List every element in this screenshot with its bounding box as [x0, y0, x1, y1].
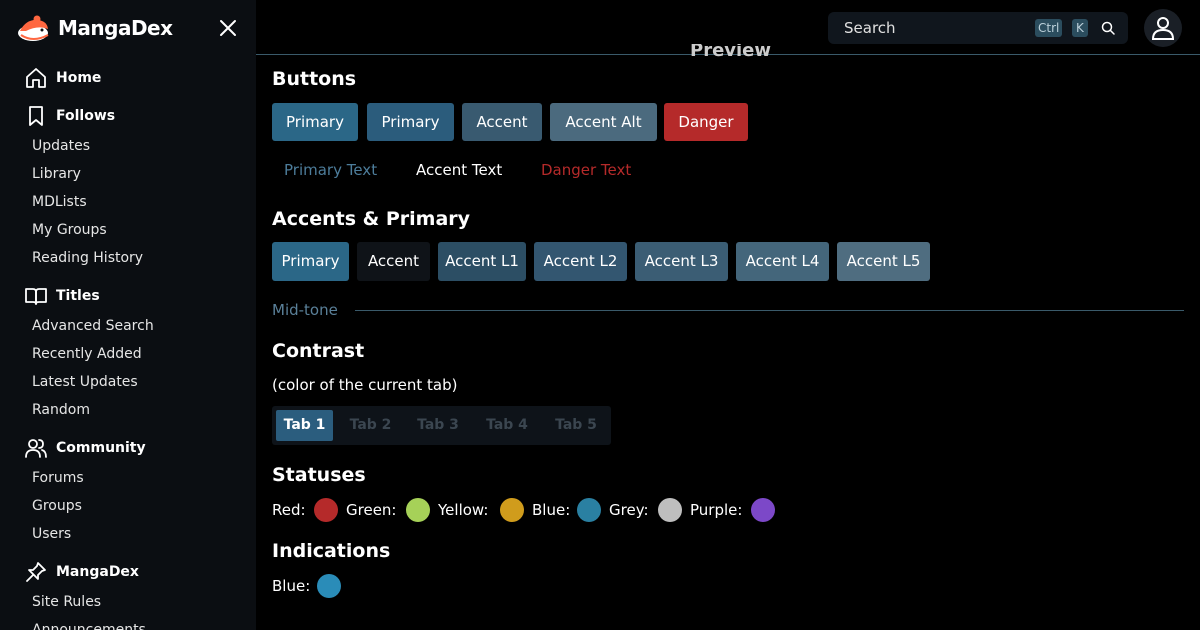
- status-grey-label: Grey:: [609, 501, 649, 519]
- search-placeholder: Search: [844, 19, 896, 37]
- tab-4[interactable]: Tab 4: [476, 410, 538, 441]
- mid-tone-label: Mid-tone: [272, 301, 338, 319]
- pin-icon: [26, 562, 46, 582]
- status-red-dot: [314, 498, 338, 522]
- preview-title: Preview: [690, 44, 772, 58]
- search-icon: [1101, 21, 1115, 35]
- danger-text-button[interactable]: Danger Text: [541, 160, 631, 180]
- sidebar-item-my-groups[interactable]: My Groups: [32, 220, 107, 240]
- sidebar: MangaDex Home Follows Updates Library MD…: [0, 0, 256, 630]
- status-green-label: Green:: [346, 501, 397, 519]
- status-red-label: Red:: [272, 501, 306, 519]
- sidebar-item-announcements[interactable]: Announcements: [32, 620, 146, 630]
- primary-text-button[interactable]: Primary Text: [284, 160, 377, 180]
- brand-name: MangaDex: [58, 16, 173, 40]
- status-purple-label: Purple:: [690, 501, 743, 519]
- sidebar-item-latest-updates[interactable]: Latest Updates: [32, 372, 138, 392]
- swatch-accent-l5: Accent L5: [837, 242, 930, 281]
- swatch-accent-l3: Accent L3: [635, 242, 728, 281]
- user-menu-button[interactable]: [1144, 9, 1182, 47]
- swatch-primary: Primary: [272, 242, 349, 281]
- mangadex-logo-icon: [18, 15, 49, 41]
- bookmark-icon: [29, 106, 43, 126]
- sidebar-item-library[interactable]: Library: [32, 164, 81, 184]
- sidebar-section-label: Community: [56, 440, 146, 456]
- sidebar-section-label: MangaDex: [56, 564, 139, 580]
- status-green-dot: [406, 498, 430, 522]
- sidebar-section-label: Follows: [56, 108, 116, 124]
- sidebar-item-home[interactable]: Home: [24, 66, 101, 90]
- sidebar-item-label: Home: [56, 70, 102, 86]
- kbd-ctrl: Ctrl: [1035, 19, 1063, 37]
- sidebar-item-recently-added[interactable]: Recently Added: [32, 344, 142, 364]
- sidebar-section-mangadex[interactable]: MangaDex: [24, 560, 139, 584]
- status-grey-dot: [658, 498, 682, 522]
- indications-heading: Indications: [272, 540, 391, 562]
- sidebar-item-random[interactable]: Random: [32, 400, 90, 420]
- accent-alt-button[interactable]: Accent Alt: [550, 103, 657, 141]
- close-icon: [220, 20, 236, 36]
- sidebar-section-label: Titles: [56, 288, 100, 304]
- brand[interactable]: MangaDex: [16, 12, 173, 44]
- accent-button[interactable]: Accent: [462, 103, 542, 141]
- tab-3[interactable]: Tab 3: [408, 410, 468, 441]
- sidebar-item-updates[interactable]: Updates: [32, 136, 90, 156]
- swatch-accent-l2: Accent L2: [534, 242, 627, 281]
- indication-blue-label: Blue:: [272, 577, 311, 595]
- sidebar-section-titles[interactable]: Titles: [24, 284, 100, 308]
- danger-button[interactable]: Danger: [664, 103, 748, 141]
- status-yellow-dot: [500, 498, 524, 522]
- sidebar-item-site-rules[interactable]: Site Rules: [32, 592, 101, 612]
- accents-heading: Accents & Primary: [272, 208, 471, 230]
- tab-2[interactable]: Tab 2: [341, 410, 400, 441]
- sidebar-item-forums[interactable]: Forums: [32, 468, 84, 488]
- tab-bar: Tab 1 Tab 2 Tab 3 Tab 4 Tab 5: [272, 406, 611, 445]
- tab-1[interactable]: Tab 1: [276, 410, 333, 441]
- indication-blue-dot: [317, 574, 341, 598]
- swatch-accent-l1: Accent L1: [438, 242, 526, 281]
- swatch-accent-l4: Accent L4: [736, 242, 829, 281]
- status-yellow-label: Yellow:: [438, 501, 489, 519]
- sidebar-item-reading-history[interactable]: Reading History: [32, 248, 143, 268]
- contrast-subtitle: (color of the current tab): [272, 376, 458, 394]
- sidebar-item-advanced-search[interactable]: Advanced Search: [32, 316, 154, 336]
- search-input[interactable]: Search Ctrl K: [828, 12, 1128, 44]
- swatch-accent: Accent: [357, 242, 430, 281]
- book-open-icon: [25, 288, 47, 305]
- user-icon: [1151, 17, 1175, 40]
- mid-tone-divider: [355, 310, 1184, 311]
- sidebar-item-groups[interactable]: Groups: [32, 496, 82, 516]
- sidebar-section-community[interactable]: Community: [24, 436, 146, 460]
- kbd-k: K: [1072, 19, 1088, 37]
- sidebar-section-follows[interactable]: Follows: [24, 104, 115, 128]
- sidebar-item-mdlists[interactable]: MDLists: [32, 192, 87, 212]
- primary-button-alt[interactable]: Primary: [367, 103, 454, 141]
- home-icon: [26, 68, 46, 88]
- sidebar-item-users[interactable]: Users: [32, 524, 71, 544]
- status-blue-dot: [577, 498, 601, 522]
- status-blue-label: Blue:: [532, 501, 571, 519]
- status-purple-dot: [751, 498, 775, 522]
- accent-text-button[interactable]: Accent Text: [416, 160, 502, 180]
- close-sidebar-button[interactable]: [216, 16, 240, 40]
- statuses-heading: Statuses: [272, 464, 366, 486]
- tab-5[interactable]: Tab 5: [546, 410, 606, 441]
- users-icon: [25, 439, 47, 458]
- primary-button[interactable]: Primary: [272, 103, 358, 141]
- buttons-heading: Buttons: [272, 68, 357, 90]
- contrast-heading: Contrast: [272, 340, 365, 362]
